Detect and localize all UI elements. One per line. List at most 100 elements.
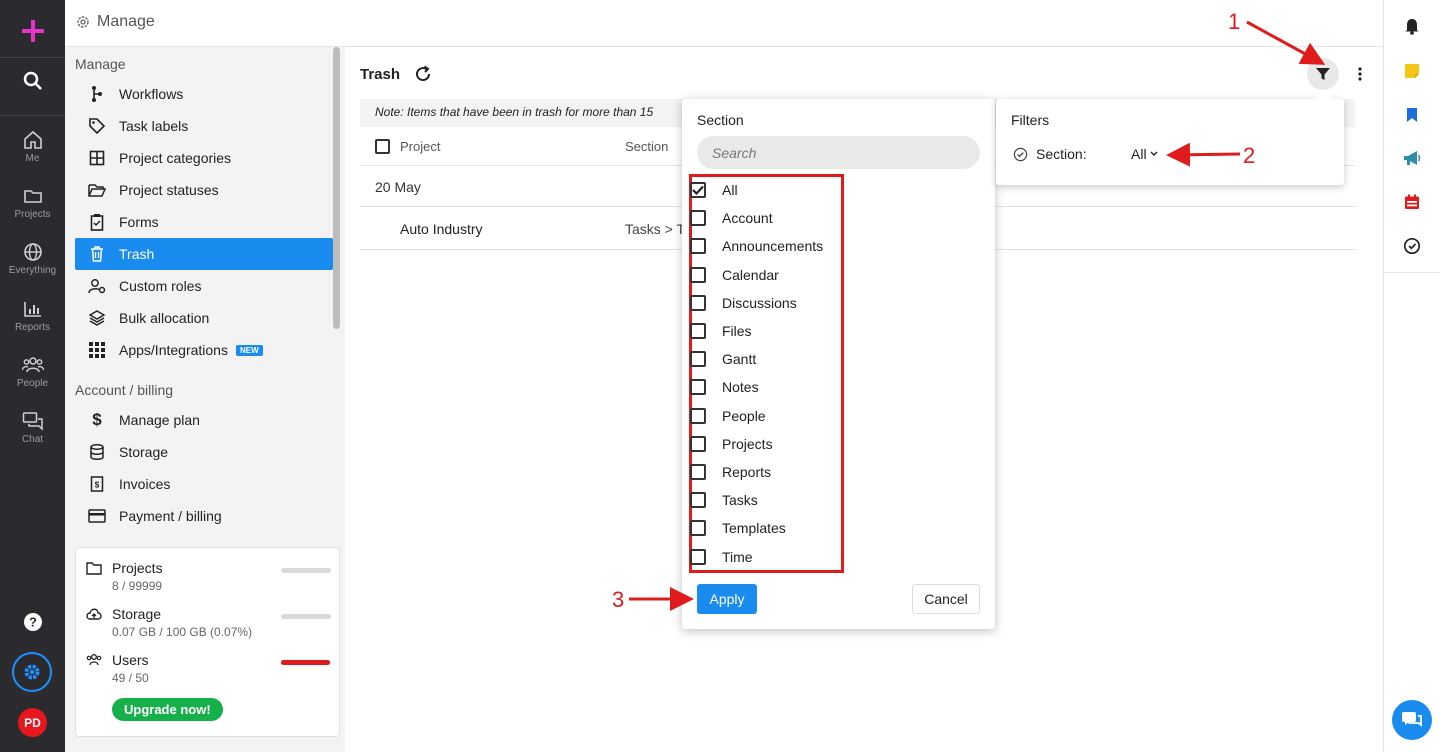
sidebar-item-manage-plan[interactable]: $ Manage plan xyxy=(75,404,333,436)
checkbox[interactable] xyxy=(690,238,706,255)
checkbox[interactable] xyxy=(690,548,706,565)
sticky-note-icon[interactable] xyxy=(1402,61,1422,81)
refresh-icon[interactable] xyxy=(414,65,432,83)
sidebar-item-payment-billing[interactable]: Payment / billing xyxy=(75,500,333,532)
filter-section-label: Section: xyxy=(1036,146,1087,162)
section-option-account[interactable]: Account xyxy=(690,207,773,229)
section-option-discussions[interactable]: Discussions xyxy=(690,292,797,314)
avatar[interactable]: PD xyxy=(18,708,47,737)
search-icon[interactable] xyxy=(0,71,65,91)
rail-item-everything[interactable]: Everything xyxy=(0,242,65,276)
trash-title-text: Trash xyxy=(360,65,401,83)
checkbox[interactable] xyxy=(690,520,706,537)
rail-label: People xyxy=(16,378,49,389)
section-option-reports[interactable]: Reports xyxy=(690,461,771,483)
section-option-people[interactable]: People xyxy=(690,405,766,427)
trash-title: Trash xyxy=(360,65,432,83)
checkbox[interactable] xyxy=(690,435,706,452)
section-option-tasks[interactable]: Tasks xyxy=(690,489,758,511)
svg-text:$: $ xyxy=(95,481,100,490)
section-option-time[interactable]: Time xyxy=(690,546,753,568)
section-option-notes[interactable]: Notes xyxy=(690,376,759,398)
sidebar-item-task-labels[interactable]: Task labels xyxy=(75,110,333,142)
usage-users: Users 49 / 50 xyxy=(86,652,331,685)
section-option-projects[interactable]: Projects xyxy=(690,433,773,455)
section-option-label: Templates xyxy=(722,520,786,537)
section-option-label: Files xyxy=(722,323,752,339)
usage-label: Users xyxy=(112,652,149,668)
rail-label: Projects xyxy=(14,209,51,220)
cancel-button[interactable]: Cancel xyxy=(912,584,980,614)
section-option-all[interactable]: All xyxy=(690,179,738,201)
rail-label: Reports xyxy=(14,322,50,333)
section-option-label: Gantt xyxy=(722,351,757,368)
section-option-calendar[interactable]: Calendar xyxy=(690,264,779,286)
sidebar-item-project-categories[interactable]: Project categories xyxy=(75,142,333,174)
sidebar-item-trash[interactable]: Trash xyxy=(75,238,333,270)
calendar-icon[interactable] xyxy=(1402,192,1422,212)
chat-bubble-icon xyxy=(1402,712,1422,727)
sidebar-item-label: Bulk allocation xyxy=(119,310,210,326)
app-rail: Me Projects Everything Reports People Ch… xyxy=(0,0,65,752)
filter-section-value: All xyxy=(1131,146,1147,162)
apply-button[interactable]: Apply xyxy=(697,584,757,614)
select-all-checkbox[interactable] xyxy=(375,139,390,154)
checkbox[interactable] xyxy=(690,379,706,396)
more-options-button[interactable] xyxy=(1350,62,1370,86)
annotation-number-2: 2 xyxy=(1243,143,1256,168)
invoice-icon: $ xyxy=(90,476,104,492)
checkbox[interactable] xyxy=(690,182,706,198)
checkbox[interactable] xyxy=(690,266,706,283)
rail-item-me[interactable]: Me xyxy=(0,130,65,164)
create-plus-icon[interactable] xyxy=(0,18,65,44)
megaphone-icon[interactable] xyxy=(1402,148,1422,168)
checkbox[interactable] xyxy=(690,351,706,368)
people-icon xyxy=(21,357,44,373)
workflow-icon xyxy=(92,86,102,102)
section-option-files[interactable]: Files xyxy=(690,320,752,342)
support-chat-button[interactable] xyxy=(1392,700,1432,740)
section-option-templates[interactable]: Templates xyxy=(690,517,786,539)
page-title-text: Manage xyxy=(97,13,155,30)
bell-icon[interactable] xyxy=(1402,16,1422,36)
rail-item-reports[interactable]: Reports xyxy=(0,299,65,333)
filter-section-value-dropdown[interactable]: All xyxy=(1131,146,1158,162)
checkbox[interactable] xyxy=(690,210,706,227)
section-option-announcements[interactable]: Announcements xyxy=(690,235,823,257)
rail-item-people[interactable]: People xyxy=(0,355,65,389)
timer-icon[interactable] xyxy=(1402,236,1422,256)
checkbox[interactable] xyxy=(690,492,706,509)
sidebar-scrollbar[interactable] xyxy=(333,47,340,329)
trash-header: Trash xyxy=(345,47,1383,99)
sidebar-item-project-statuses[interactable]: Project statuses xyxy=(75,174,333,206)
sidebar-item-storage[interactable]: Storage xyxy=(75,436,333,468)
sidebar-item-workflows[interactable]: Workflows xyxy=(75,78,333,110)
sidebar-item-forms[interactable]: Forms xyxy=(75,206,333,238)
column-header-project[interactable]: Project xyxy=(400,139,440,154)
bookmark-icon[interactable] xyxy=(1402,105,1422,125)
gear-icon xyxy=(77,16,89,28)
column-header-section[interactable]: Section xyxy=(625,139,668,154)
usage-bar xyxy=(281,614,331,619)
help-icon[interactable]: ? xyxy=(0,612,65,632)
section-option-gantt[interactable]: Gantt xyxy=(690,348,756,370)
upgrade-button[interactable]: Upgrade now! xyxy=(112,698,223,721)
sidebar-item-label: Apps/Integrations xyxy=(119,342,228,358)
section-search-input[interactable] xyxy=(697,136,980,169)
sidebar-item-custom-roles[interactable]: Custom roles xyxy=(75,270,333,302)
rail-item-projects[interactable]: Projects xyxy=(0,186,65,220)
sidebar-item-bulk-allocation[interactable]: Bulk allocation xyxy=(75,302,333,334)
sidebar-item-apps-integrations[interactable]: Apps/Integrations NEW xyxy=(75,334,333,366)
sidebar-item-invoices[interactable]: $ Invoices xyxy=(75,468,333,500)
checkbox[interactable] xyxy=(690,464,706,480)
settings-gear-icon[interactable] xyxy=(12,652,52,692)
checkbox[interactable] xyxy=(690,323,706,339)
checkbox[interactable] xyxy=(690,407,706,424)
filter-button[interactable] xyxy=(1307,58,1339,90)
users-icon xyxy=(86,654,102,666)
sidebar-item-label: Workflows xyxy=(119,86,184,102)
checkbox[interactable] xyxy=(690,294,706,311)
chat-icon xyxy=(22,412,43,431)
section-option-label: Calendar xyxy=(722,266,779,283)
rail-item-chat[interactable]: Chat xyxy=(0,411,65,445)
